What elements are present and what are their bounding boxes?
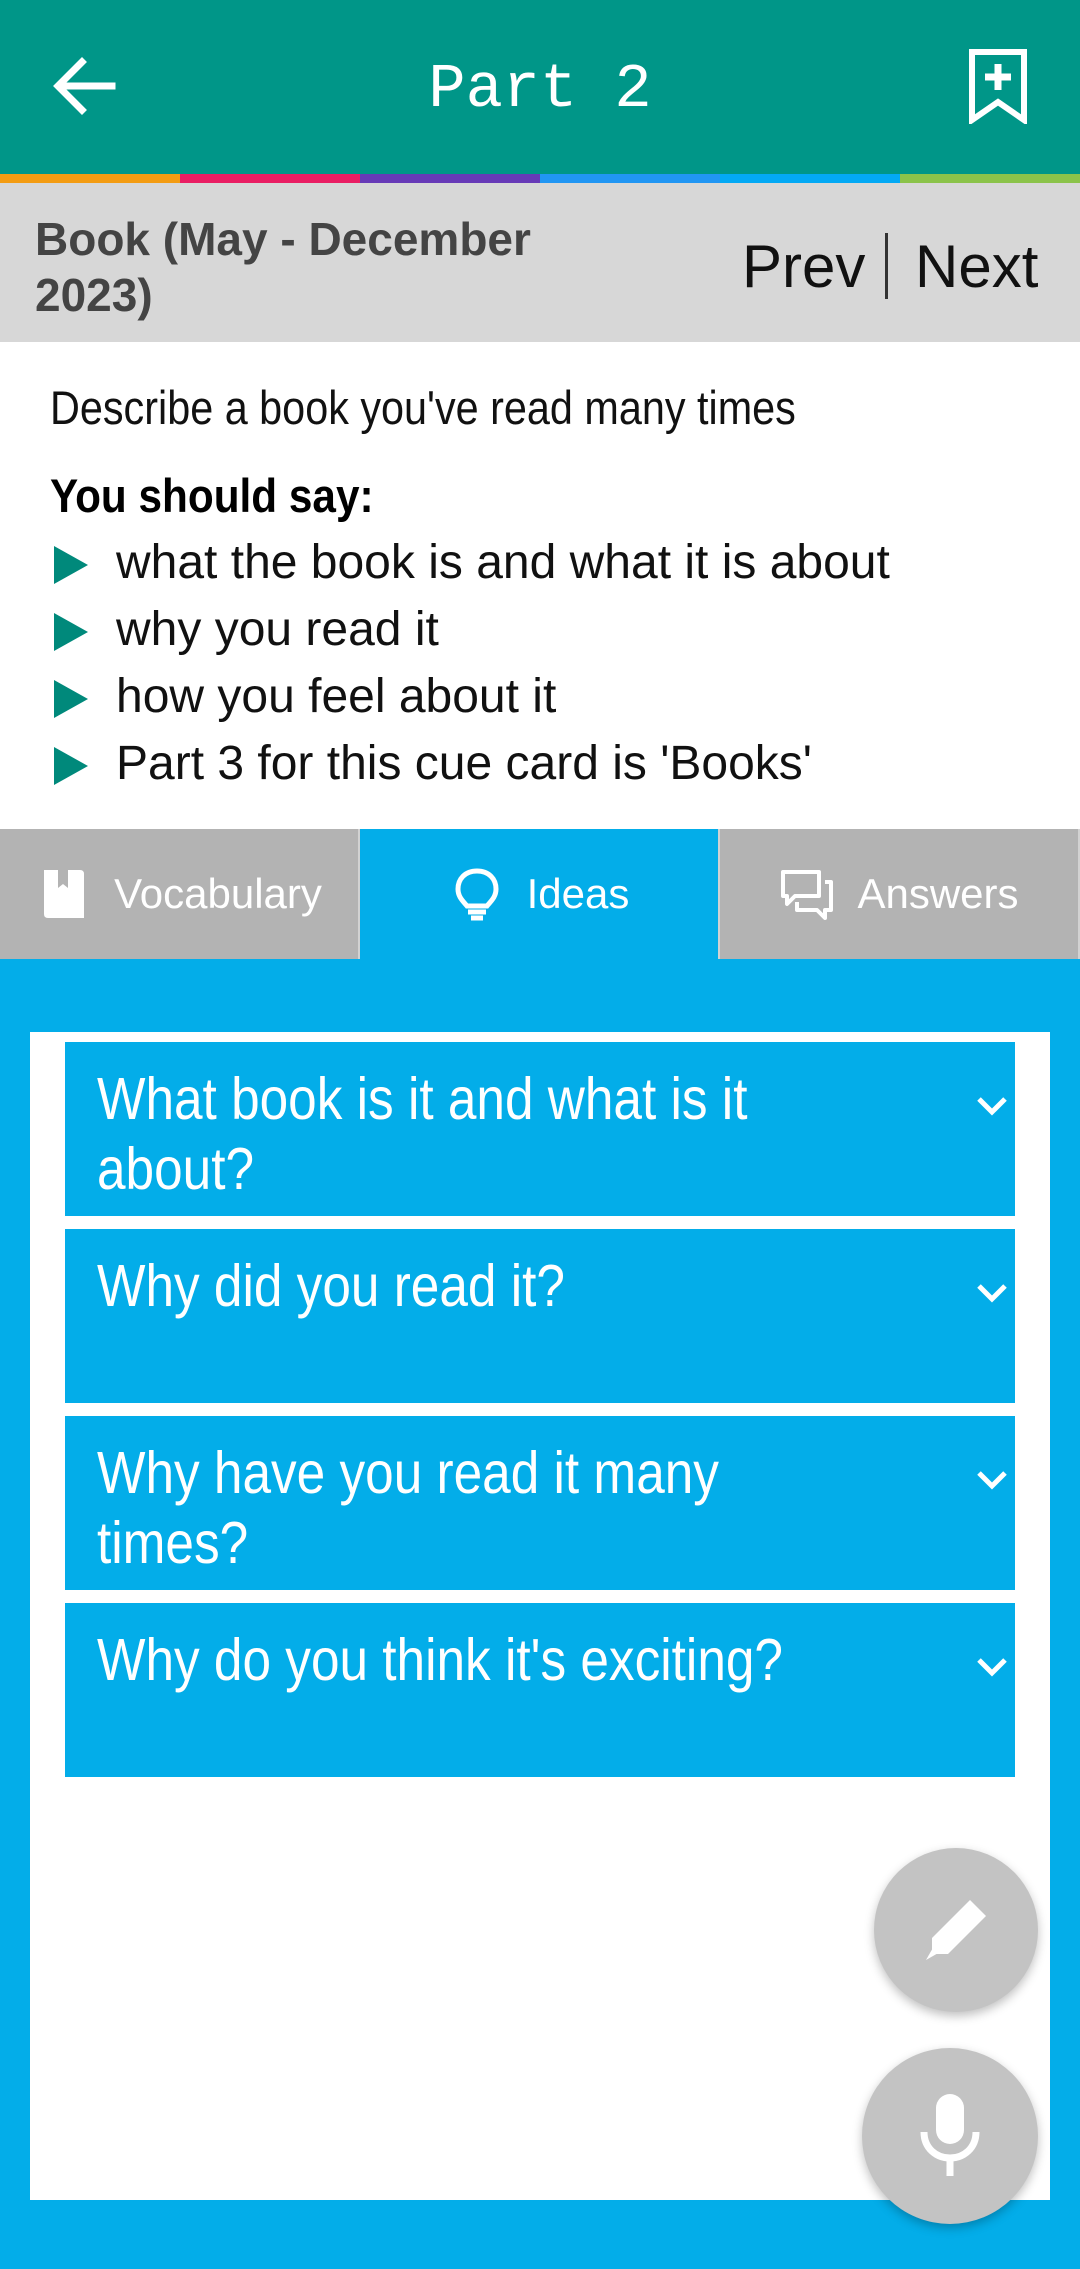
tab-ideas[interactable]: Ideas	[360, 829, 720, 959]
pencil-icon	[926, 1900, 986, 1960]
stripe-segment	[720, 174, 900, 183]
bookmark-plus-icon[interactable]	[966, 48, 1030, 124]
chevron-down-icon[interactable]	[975, 1094, 1009, 1118]
stripe-segment	[360, 174, 540, 183]
accordion-item[interactable]: Why have you read it many times?	[65, 1416, 1015, 1590]
triangle-bullet-icon	[54, 546, 88, 584]
microphone-button[interactable]	[862, 2048, 1038, 2224]
tab-label: Answers	[857, 870, 1019, 917]
app-bar: Part 2	[0, 0, 1080, 174]
accordion-item[interactable]: Why did you read it?	[65, 1229, 1015, 1403]
next-button[interactable]: Next	[915, 235, 1038, 299]
color-stripe	[0, 174, 1080, 183]
triangle-bullet-icon	[54, 613, 88, 651]
cue-card: Describe a book you've read many times Y…	[0, 342, 1080, 829]
accordion-item[interactable]: What book is it and what is it about?	[65, 1042, 1015, 1216]
triangle-bullet-icon	[54, 747, 88, 785]
prev-button[interactable]: Prev	[742, 235, 865, 299]
ideas-panel: What book is it and what is it about? Wh…	[30, 1032, 1050, 2200]
edit-button[interactable]	[874, 1848, 1038, 2012]
book-icon	[44, 870, 85, 918]
cue-card-description: Describe a book you've read many times	[50, 381, 796, 434]
stripe-segment	[0, 174, 180, 183]
tab-vocabulary[interactable]: Vocabulary	[0, 829, 360, 959]
stripe-segment	[540, 174, 720, 183]
you-should-say-heading: You should say:	[50, 469, 374, 522]
cue-bullet: what the book is and what it is about	[50, 532, 890, 599]
chevron-down-icon[interactable]	[975, 1655, 1009, 1679]
stripe-segment	[180, 174, 360, 183]
cue-bullet: Part 3 for this cue card is 'Books'	[50, 733, 890, 800]
accordion-item[interactable]: Why do you think it's exciting?	[65, 1603, 1015, 1777]
chevron-down-icon[interactable]	[975, 1281, 1009, 1305]
tab-label: Vocabulary	[114, 870, 322, 917]
accordion-question: Why did you read it?	[97, 1253, 565, 1319]
cue-bullets: what the book is and what it is about wh…	[50, 532, 890, 800]
topic-header: Book (May - December 2023) Prev Next	[0, 183, 1080, 342]
accordion-question: What book is it and what is it about?	[97, 1066, 748, 1202]
triangle-bullet-icon	[54, 680, 88, 718]
accordion-question: Why do you think it's exciting?	[97, 1627, 783, 1693]
chat-icon	[781, 870, 834, 920]
chevron-down-icon[interactable]	[975, 1468, 1009, 1492]
tab-label: Ideas	[526, 870, 630, 917]
tab-bar: Vocabulary Ideas Answers	[0, 829, 1080, 959]
accordion-question: Why have you read it many times?	[97, 1440, 719, 1576]
book-title: Book (May - December 2023)	[35, 213, 531, 321]
microphone-icon	[920, 2094, 980, 2176]
cue-bullet: how you feel about it	[50, 666, 890, 733]
page-title: Part 2	[428, 54, 652, 125]
prev-next-divider	[885, 233, 888, 299]
tab-answers[interactable]: Answers	[720, 829, 1080, 959]
stripe-segment	[900, 174, 1080, 183]
cue-bullet: why you read it	[50, 599, 890, 666]
lightbulb-icon	[455, 868, 499, 921]
